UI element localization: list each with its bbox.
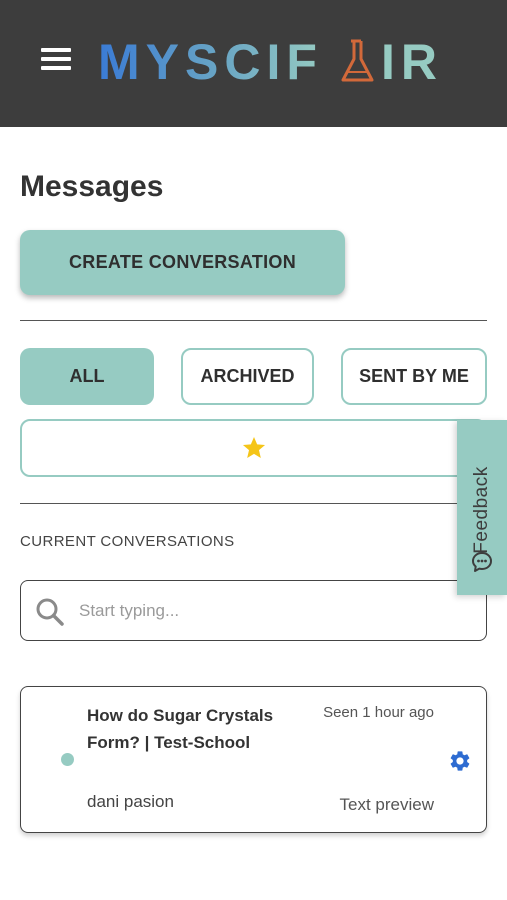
conversation-author: dani pasion: [87, 792, 174, 811]
divider: [20, 503, 487, 504]
svg-text:MYSCIF: MYSCIF: [98, 34, 323, 90]
hamburger-menu-icon[interactable]: [41, 46, 71, 72]
flask-icon: [341, 39, 374, 82]
conversation-seen-status: Seen 1 hour ago: [323, 704, 434, 721]
conversation-title: How do Sugar Crystals Form? | Test-Schoo…: [87, 706, 274, 752]
conversation-preview: Text preview: [339, 795, 434, 814]
filter-sent-by-me-button[interactable]: SENT BY ME: [341, 348, 487, 405]
top-navigation-bar: MYSCIF IR: [0, 0, 507, 127]
unread-indicator: [61, 753, 74, 766]
current-conversations-label: CURRENT CONVERSATIONS: [20, 533, 235, 550]
filter-all-button[interactable]: ALL: [20, 348, 154, 405]
divider: [20, 320, 487, 321]
search-box[interactable]: [20, 580, 487, 641]
svg-text:IR: IR: [381, 34, 443, 90]
create-conversation-button[interactable]: CREATE CONVERSATION: [20, 230, 345, 295]
feedback-tab[interactable]: Feedback: [457, 420, 507, 595]
feedback-icon: [472, 552, 492, 572]
feedback-label: Feedback: [471, 466, 492, 554]
filter-starred-button[interactable]: [20, 419, 487, 477]
conversation-item[interactable]: How do Sugar Crystals Form? | Test-Schoo…: [20, 686, 487, 833]
search-icon: [36, 598, 64, 626]
myscifair-logo[interactable]: MYSCIF IR: [98, 33, 448, 91]
search-input[interactable]: [79, 595, 469, 627]
star-icon: [242, 436, 265, 458]
gear-icon[interactable]: [448, 749, 472, 773]
filter-archived-button[interactable]: ARCHIVED: [181, 348, 314, 405]
page-title: Messages: [20, 170, 164, 203]
